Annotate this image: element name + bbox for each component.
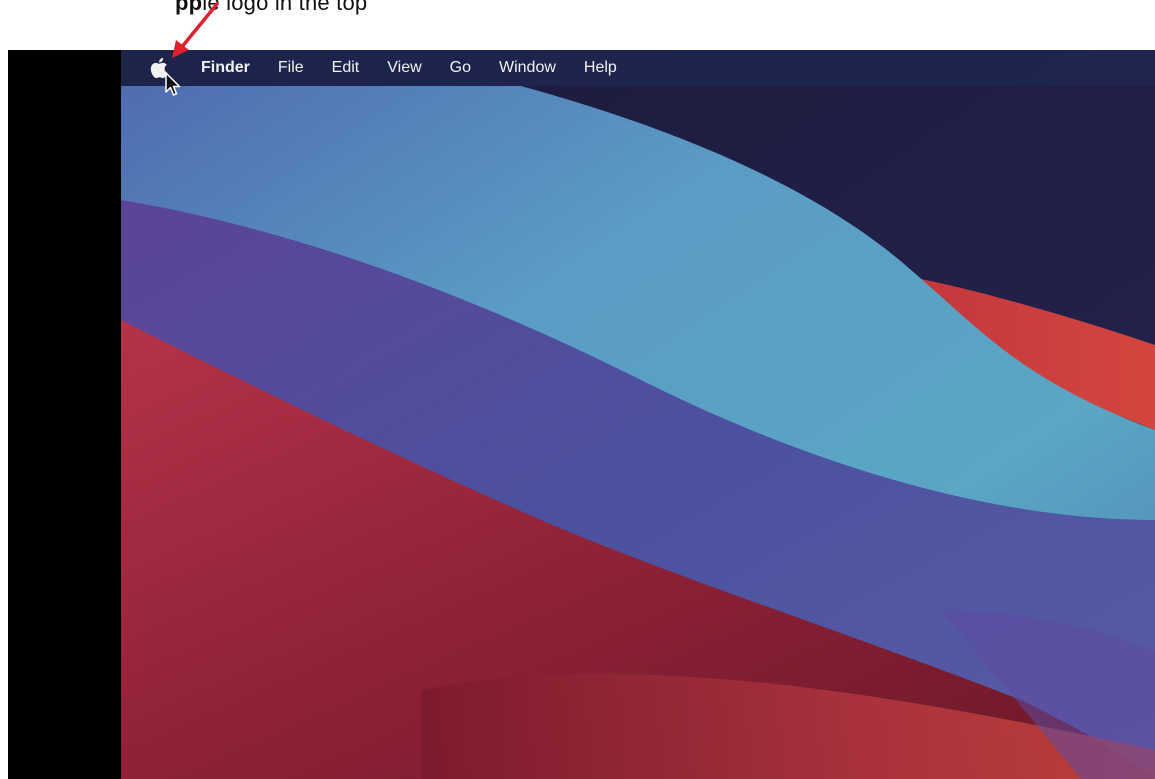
page: pple logo in the top Finder File Edit Vi… [0,0,1155,779]
menu-go[interactable]: Go [450,59,471,77]
menu-file[interactable]: File [278,59,304,77]
apple-logo-icon[interactable] [149,55,171,81]
menu-items: Finder File Edit View Go Window Help [201,50,645,86]
menu-finder[interactable]: Finder [201,59,250,77]
desktop: Finder File Edit View Go Window Help [121,50,1155,779]
menu-window[interactable]: Window [499,59,556,77]
menu-edit[interactable]: Edit [332,59,360,77]
instruction-caption: pple logo in the top [0,0,1155,50]
mac-screen: Finder File Edit View Go Window Help [8,50,1155,779]
caption-bold-text: pp [175,0,203,15]
menu-bar: Finder File Edit View Go Window Help [121,50,1155,86]
caption-text: pple logo in the top [175,0,367,16]
menu-view[interactable]: View [387,59,421,77]
wallpaper [121,50,1155,779]
caption-plain-text: le logo in the top [202,0,368,15]
menu-help[interactable]: Help [584,59,617,77]
